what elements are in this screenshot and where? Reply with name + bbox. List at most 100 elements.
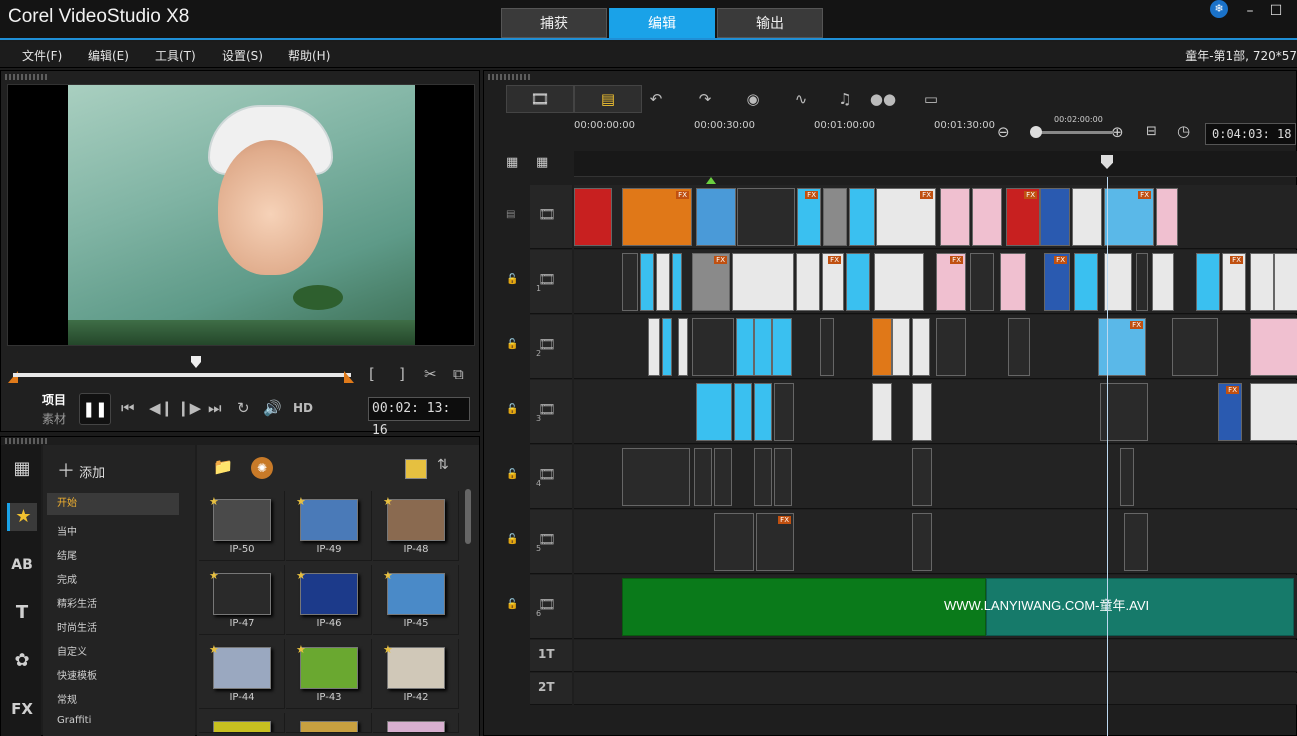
timeline-clip[interactable] — [640, 253, 654, 311]
timeline-clip[interactable] — [622, 253, 638, 311]
timeline-clip[interactable] — [823, 188, 847, 246]
sort-icon[interactable]: ⇅ — [437, 457, 449, 473]
timeline-clip[interactable] — [648, 318, 660, 376]
timeline-clip[interactable] — [912, 513, 932, 571]
track-lane[interactable]: FX FX FX FX FX — [574, 250, 1297, 314]
track-lane[interactable]: FX — [574, 510, 1297, 574]
add-chapter-icon[interactable]: ▦ — [536, 155, 548, 170]
template-thumbnail[interactable] — [286, 713, 372, 733]
hd-toggle[interactable]: HD — [293, 401, 313, 415]
timeline-clip[interactable] — [622, 448, 690, 506]
timeline-clip[interactable]: FX — [692, 253, 730, 311]
category-item[interactable]: 时尚生活 — [57, 619, 97, 634]
timeline-clip[interactable] — [872, 383, 892, 441]
category-item[interactable]: 自定义 — [57, 643, 87, 658]
timeline-clip[interactable] — [849, 188, 875, 246]
timeline-clip[interactable] — [754, 318, 772, 376]
menu-edit[interactable]: 编辑(E) — [88, 47, 129, 64]
track-header[interactable]: 🎞 4 — [530, 445, 572, 509]
template-thumbnail[interactable] — [373, 713, 459, 733]
timeline-clip[interactable] — [734, 383, 752, 441]
template-thumbnail[interactable]: ★ IP-48 — [373, 491, 459, 561]
timeline-clip[interactable]: FX — [822, 253, 844, 311]
track-options-icon[interactable]: ▤ — [506, 209, 515, 220]
template-thumbnail[interactable]: ★ IP-43 — [286, 639, 372, 709]
transition-icon[interactable]: AB — [7, 551, 37, 579]
zoom-in-icon[interactable]: ⊕ — [1111, 123, 1124, 141]
zoom-slider[interactable] — [1032, 131, 1112, 134]
timeline-clip[interactable] — [1196, 253, 1220, 311]
prev-frame-icon[interactable]: ◀❙ — [149, 399, 173, 417]
menu-settings[interactable]: 设置(S) — [222, 47, 263, 64]
track-header[interactable]: 🎞 6 — [530, 575, 572, 639]
timeline-clip[interactable] — [1074, 253, 1098, 311]
timeline-clip[interactable] — [714, 513, 754, 571]
timeline-clip[interactable] — [678, 318, 688, 376]
project-mode[interactable]: 项目 — [42, 391, 66, 408]
timeline-clip[interactable] — [754, 383, 772, 441]
track-manager-icon[interactable]: ▦ — [506, 155, 518, 170]
lock-icon[interactable]: 🔓 — [506, 274, 518, 285]
template-thumbnail[interactable]: ★ IP-49 — [286, 491, 372, 561]
template-thumbnail[interactable]: ★ IP-47 — [199, 565, 285, 635]
track-lane[interactable]: FX FX FX FX FX — [574, 185, 1297, 249]
film-reel-icon[interactable]: ✺ — [251, 457, 273, 479]
instant-project-icon[interactable]: ★ — [7, 503, 37, 531]
panel-grip[interactable] — [5, 438, 49, 444]
timeline-timecode[interactable]: 0:04:03: 18 — [1205, 123, 1296, 145]
timeline-clip[interactable] — [846, 253, 870, 311]
category-item[interactable]: 精彩生活 — [57, 595, 97, 610]
zoom-out-icon[interactable]: ⊖ — [997, 123, 1010, 141]
audio-clip[interactable] — [622, 578, 986, 636]
timeline-clip[interactable] — [774, 448, 792, 506]
timeline-clip[interactable]: FX — [622, 188, 692, 246]
panel-grip[interactable] — [5, 74, 49, 80]
template-thumbnail[interactable] — [199, 713, 285, 733]
category-item[interactable]: Graffiti — [57, 715, 91, 726]
timeline-clip[interactable] — [1156, 188, 1178, 246]
timeline-clip[interactable]: FX — [936, 253, 966, 311]
category-item[interactable]: 快速模板 — [57, 667, 97, 682]
timeline-clip[interactable] — [912, 318, 930, 376]
scrubber-track[interactable] — [13, 373, 351, 377]
lock-icon[interactable]: 🔓 — [506, 469, 518, 480]
enlarge-icon[interactable]: ⧉ — [453, 365, 464, 383]
category-item[interactable]: 结尾 — [57, 547, 77, 562]
folder-icon[interactable]: 📁 — [213, 457, 233, 476]
category-item[interactable]: 开始 — [47, 493, 179, 515]
timeline-clip[interactable] — [796, 253, 820, 311]
timeline-clip[interactable] — [1250, 253, 1274, 311]
timeline-clip[interactable] — [754, 448, 772, 506]
timeline-clip[interactable] — [774, 383, 794, 441]
timeline-clip[interactable]: FX — [756, 513, 794, 571]
timeline-clip[interactable] — [972, 188, 1002, 246]
pause-button[interactable]: ❚❚ — [79, 393, 111, 425]
graphics-icon[interactable]: ✿ — [7, 647, 37, 675]
template-thumbnail[interactable]: ★ IP-42 — [373, 639, 459, 709]
title-track-header[interactable]: 1T — [530, 640, 572, 672]
track-header[interactable]: 🎞 5 — [530, 510, 572, 574]
timeline-clip[interactable]: FX — [1104, 188, 1154, 246]
category-item[interactable]: 当中 — [57, 523, 77, 538]
timeline-clip[interactable] — [772, 318, 792, 376]
timeline-clip[interactable] — [1072, 188, 1102, 246]
storyboard-view-icon[interactable]: 🎞 — [506, 85, 574, 113]
lock-icon[interactable]: 🔓 — [506, 404, 518, 415]
timeline-clip[interactable] — [820, 318, 834, 376]
minimize-icon[interactable]: – — [1240, 2, 1260, 20]
title-icon[interactable]: T — [7, 599, 37, 627]
timeline-clip[interactable]: FX — [1006, 188, 1040, 246]
clip-mode[interactable]: 素材 — [42, 410, 66, 427]
timeline-clip[interactable] — [574, 188, 612, 246]
mark-in-button[interactable]: [ — [369, 365, 375, 383]
timeline-clip[interactable] — [1124, 513, 1148, 571]
track-header[interactable]: 🎞 — [530, 185, 572, 249]
scrubber-handle[interactable] — [191, 356, 201, 368]
category-item[interactable]: 常规 — [57, 691, 77, 706]
timeline-clip[interactable] — [696, 188, 736, 246]
template-thumbnail[interactable]: ★ IP-50 — [199, 491, 285, 561]
timeline-clip[interactable] — [694, 448, 712, 506]
track-header[interactable]: 🎞 1 — [530, 250, 572, 314]
timeline-clip[interactable] — [696, 383, 732, 441]
library-scrollbar[interactable] — [465, 489, 471, 544]
